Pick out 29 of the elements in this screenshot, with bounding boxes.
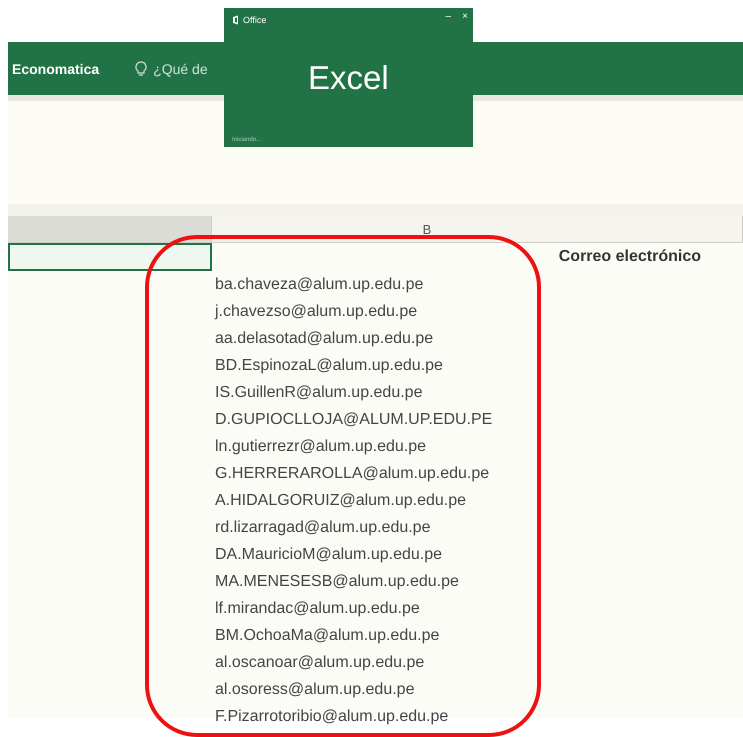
tell-me-search[interactable]: ¿Qué de	[153, 60, 208, 76]
close-button[interactable]: ×	[462, 11, 468, 22]
table-cell-text: G.HERRERAROLLA@alum.up.edu.pe	[215, 464, 490, 484]
product-title: Excel	[308, 59, 389, 97]
table-cell-text: Correo electrónico	[558, 247, 702, 267]
table-cell-text: BM.OchoaMa@alum.up.edu.pe	[215, 626, 440, 646]
table-cell-text: ba.chaveza@alum.up.edu.pe	[215, 275, 424, 295]
brand-label: Office	[243, 15, 266, 25]
selected-cell[interactable]	[8, 243, 212, 271]
table-cell-text: D.GUPIOCLLOJA@ALUM.UP.EDU.PE	[215, 410, 494, 430]
table-cell-text: F.Pizarrotoribio@alum.up.edu.pe	[215, 707, 450, 727]
table-cell-text: ln.gutierrezr@alum.up.edu.pe	[215, 437, 428, 457]
table-cell-text: IS.GuillenR@alum.up.edu.pe	[215, 383, 424, 403]
table-cell-text: aa.delasotad@alum.up.edu.pe	[215, 329, 434, 349]
minimize-button[interactable]: –	[445, 11, 451, 22]
table-cell-text: MA.MENESESB@alum.up.edu.pe	[215, 572, 460, 592]
table-cell-text: DA.MauricioM@alum.up.edu.pe	[215, 545, 444, 565]
table-cell-text: al.oscanoar@alum.up.edu.pe	[215, 653, 426, 673]
table-cell-text: j.chavezso@alum.up.edu.pe	[215, 302, 418, 322]
lightbulb-icon	[135, 60, 148, 76]
column-header[interactable]: B	[212, 216, 743, 243]
table-cell-text: lf.mirandac@alum.up.edu.pe	[215, 599, 421, 619]
table-cell-text: A.HIDALGORUIZ@alum.up.edu.pe	[215, 491, 468, 511]
office-logo-icon	[232, 15, 240, 25]
table-cell-text: BD.EspinozaL@alum.up.edu.pe	[215, 356, 444, 376]
column-header[interactable]	[8, 216, 212, 243]
ribbon-tab[interactable]: Economatica	[12, 60, 100, 76]
table-cell-text: al.osoress@alum.up.edu.pe	[215, 680, 416, 700]
table-cell-text: rd.lizarragad@alum.up.edu.pe	[215, 518, 432, 538]
